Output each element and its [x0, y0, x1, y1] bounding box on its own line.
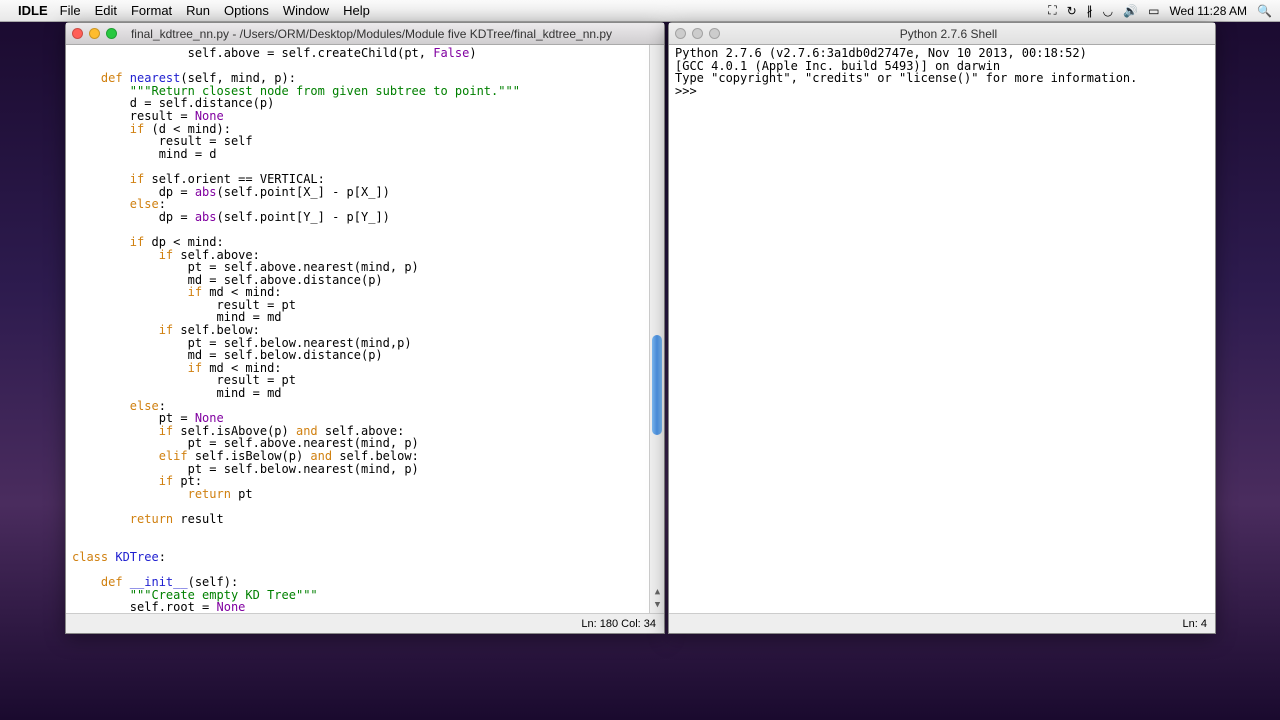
scroll-up-icon[interactable]: ▲: [653, 587, 662, 599]
code-editor[interactable]: self.above = self.createChild(pt, False)…: [66, 45, 664, 613]
menu-help[interactable]: Help: [343, 3, 370, 18]
editor-title: final_kdtree_nn.py - /Users/ORM/Desktop/…: [125, 27, 658, 41]
cursor-position: Ln: 180 Col: 34: [581, 618, 656, 630]
editor-titlebar[interactable]: final_kdtree_nn.py - /Users/ORM/Desktop/…: [66, 23, 664, 45]
shell-window: Python 2.7.6 Shell Python 2.7.6 (v2.7.6:…: [668, 22, 1216, 634]
minimize-icon[interactable]: [89, 28, 100, 39]
menu-run[interactable]: Run: [186, 3, 210, 18]
zoom-icon[interactable]: [106, 28, 117, 39]
close-icon[interactable]: [72, 28, 83, 39]
scroll-thumb[interactable]: [652, 335, 662, 435]
editor-statusbar: Ln: 180 Col: 34: [66, 613, 664, 633]
editor-scrollbar[interactable]: ▲ ▼: [649, 45, 664, 613]
shell-cursor-position: Ln: 4: [1183, 618, 1207, 630]
scroll-down-icon[interactable]: ▼: [653, 600, 662, 612]
menu-edit[interactable]: Edit: [95, 3, 117, 18]
shell-statusbar: Ln: 4: [669, 613, 1215, 633]
app-name[interactable]: IDLE: [18, 3, 48, 18]
battery-icon[interactable]: ▭: [1148, 4, 1159, 18]
bluetooth-icon[interactable]: ∦: [1087, 4, 1093, 18]
fullscreen-icon[interactable]: ⛶: [1048, 3, 1056, 18]
menu-window[interactable]: Window: [283, 3, 329, 18]
close-icon[interactable]: [675, 28, 686, 39]
menu-file[interactable]: File: [60, 3, 81, 18]
menu-format[interactable]: Format: [131, 3, 172, 18]
shell-output[interactable]: Python 2.7.6 (v2.7.6:3a1db0d2747e, Nov 1…: [669, 45, 1215, 613]
shell-titlebar[interactable]: Python 2.7.6 Shell: [669, 23, 1215, 45]
shell-title: Python 2.7.6 Shell: [728, 27, 1209, 41]
zoom-icon[interactable]: [709, 28, 720, 39]
editor-window: final_kdtree_nn.py - /Users/ORM/Desktop/…: [65, 22, 665, 634]
spotlight-icon[interactable]: 🔍: [1257, 4, 1272, 18]
clock[interactable]: Wed 11:28 AM: [1169, 4, 1247, 18]
minimize-icon[interactable]: [692, 28, 703, 39]
macos-menubar: IDLE File Edit Format Run Options Window…: [0, 0, 1280, 22]
volume-icon[interactable]: 🔊: [1123, 4, 1138, 18]
timemachine-icon[interactable]: ↻: [1067, 4, 1077, 18]
menu-options[interactable]: Options: [224, 3, 269, 18]
wifi-icon[interactable]: ◡: [1103, 4, 1113, 18]
